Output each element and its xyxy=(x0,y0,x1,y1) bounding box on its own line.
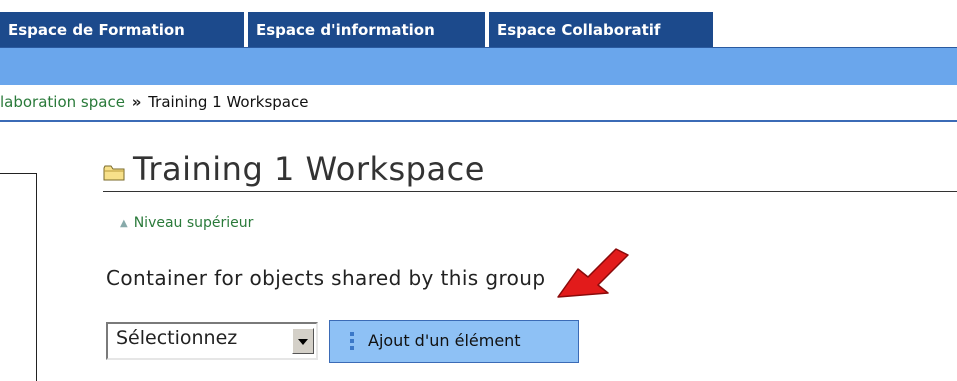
breadcrumb-current: Training 1 Workspace xyxy=(148,93,309,111)
up-level-link[interactable]: ▲ Niveau supérieur xyxy=(120,215,253,231)
sub-navigation-bar xyxy=(0,48,957,85)
chevron-down-icon[interactable] xyxy=(292,328,314,354)
red-arrow-pointer-icon xyxy=(557,248,629,298)
breadcrumb-link-collaboration-space[interactable]: laboration space xyxy=(0,93,125,111)
left-panel-border-top xyxy=(0,173,36,174)
breadcrumb-separator: » xyxy=(131,93,142,111)
top-tab-bar: Espace de Formation Espace d'information… xyxy=(0,0,957,48)
tab-espace-information[interactable]: Espace d'information xyxy=(248,12,485,48)
up-arrow-icon: ▲ xyxy=(120,218,128,229)
add-item-type-select[interactable]: Sélectionnez xyxy=(106,322,318,360)
breadcrumb: laboration space » Training 1 Workspace xyxy=(0,85,957,122)
add-item-label: Ajout d'un élément xyxy=(368,331,521,350)
page-title: Training 1 Workspace xyxy=(133,150,485,188)
grip-dots-icon xyxy=(350,332,354,352)
up-level-label: Niveau supérieur xyxy=(133,215,254,231)
page-header: Training 1 Workspace xyxy=(103,147,957,192)
folder-icon xyxy=(103,165,125,181)
folder-description: Container for objects shared by this gro… xyxy=(106,266,546,290)
tab-espace-formation[interactable]: Espace de Formation xyxy=(0,12,244,48)
tab-espace-collaboratif[interactable]: Espace Collaboratif xyxy=(489,12,713,48)
left-panel-border xyxy=(36,173,37,381)
select-value: Sélectionnez xyxy=(116,327,238,349)
add-item-button[interactable]: Ajout d'un élément xyxy=(329,320,579,363)
